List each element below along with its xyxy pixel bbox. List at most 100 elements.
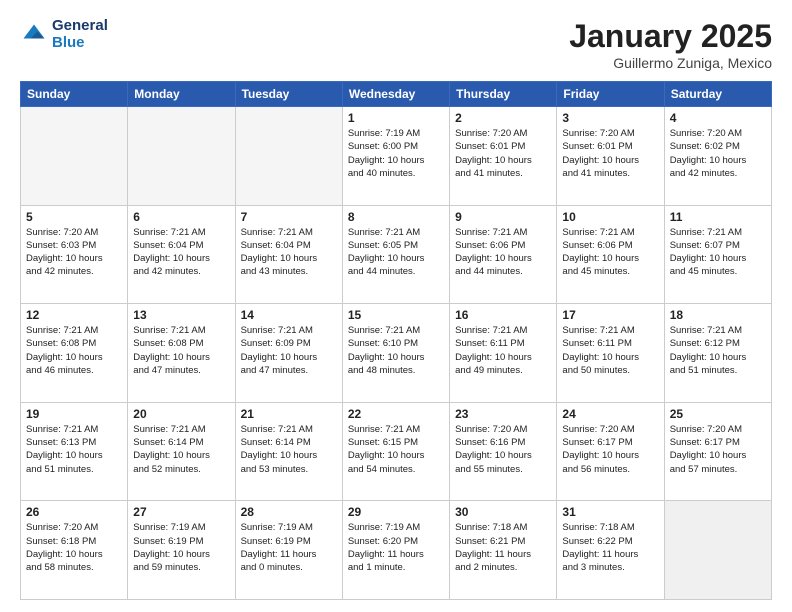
calendar-cell: 5Sunrise: 7:20 AM Sunset: 6:03 PM Daylig… — [21, 205, 128, 304]
day-number: 2 — [455, 111, 551, 125]
calendar-cell: 8 Sunrise: 7:21 AM Sunset: 6:05 PM Daylig… — [342, 205, 449, 304]
calendar-cell: 30 Sunrise: 7:18 AM Sunset: 6:21 PM Dayli… — [450, 501, 557, 600]
day-number: 11 — [670, 210, 766, 224]
calendar-cell: 1 Sunrise: 7:19 AM Sunset: 6:00 PM Daylig… — [342, 107, 449, 206]
calendar-cell: 7 Sunrise: 7:21 AM Sunset: 6:04 PM Daylig… — [235, 205, 342, 304]
calendar-cell: 27Sunrise: 7:19 AM Sunset: 6:19 PM Dayli… — [128, 501, 235, 600]
day-info: Sunrise: 7:21 AM Sunset: 6:08 PM Dayligh… — [26, 324, 122, 377]
day-info: Sunrise: 7:20 AM Sunset: 6:16 PM Dayligh… — [455, 423, 551, 476]
calendar-cell: 20 Sunrise: 7:21 AM Sunset: 6:14 PM Dayli… — [128, 402, 235, 501]
day-info: Sunrise: 7:21 AM Sunset: 6:07 PM Dayligh… — [670, 226, 766, 279]
day-info: Sunrise: 7:21 AM Sunset: 6:06 PM Dayligh… — [562, 226, 658, 279]
day-number: 15 — [348, 308, 444, 322]
day-info: Sunrise: 7:21 AM Sunset: 6:06 PM Dayligh… — [455, 226, 551, 279]
calendar-cell: 9 Sunrise: 7:21 AM Sunset: 6:06 PM Daylig… — [450, 205, 557, 304]
day-number: 10 — [562, 210, 658, 224]
calendar-cell — [235, 107, 342, 206]
day-number: 25 — [670, 407, 766, 421]
day-info: Sunrise: 7:21 AM Sunset: 6:04 PM Dayligh… — [133, 226, 229, 279]
logo-text: General Blue — [52, 18, 108, 51]
day-number: 17 — [562, 308, 658, 322]
title-block: January 2025 Guillermo Zuniga, Mexico — [569, 18, 772, 71]
day-number: 26 — [26, 505, 122, 519]
day-info: Sunrise: 7:21 AM Sunset: 6:05 PM Dayligh… — [348, 226, 444, 279]
calendar-cell: 24 Sunrise: 7:20 AM Sunset: 6:17 PM Dayli… — [557, 402, 664, 501]
day-info: Sunrise: 7:20 AM Sunset: 6:02 PM Dayligh… — [670, 127, 766, 180]
calendar-week-3: 19Sunrise: 7:21 AM Sunset: 6:13 PM Dayli… — [21, 402, 772, 501]
day-info: Sunrise: 7:21 AM Sunset: 6:15 PM Dayligh… — [348, 423, 444, 476]
day-info: Sunrise: 7:20 AM Sunset: 6:18 PM Dayligh… — [26, 521, 122, 574]
calendar-cell: 22 Sunrise: 7:21 AM Sunset: 6:15 PM Dayli… — [342, 402, 449, 501]
calendar-cell: 2 Sunrise: 7:20 AM Sunset: 6:01 PM Daylig… — [450, 107, 557, 206]
calendar-subtitle: Guillermo Zuniga, Mexico — [569, 55, 772, 71]
calendar-cell: 12Sunrise: 7:21 AM Sunset: 6:08 PM Dayli… — [21, 304, 128, 403]
day-info: Sunrise: 7:20 AM Sunset: 6:01 PM Dayligh… — [455, 127, 551, 180]
logo: General Blue — [20, 18, 108, 51]
day-number: 20 — [133, 407, 229, 421]
day-number: 8 — [348, 210, 444, 224]
calendar-cell: 26 Sunrise: 7:20 AM Sunset: 6:18 PM Dayli… — [21, 501, 128, 600]
calendar-cell — [664, 501, 771, 600]
calendar-cell: 10 Sunrise: 7:21 AM Sunset: 6:06 PM Dayli… — [557, 205, 664, 304]
day-info: Sunrise: 7:21 AM Sunset: 6:04 PM Dayligh… — [241, 226, 337, 279]
day-number: 13 — [133, 308, 229, 322]
calendar-cell: 6Sunrise: 7:21 AM Sunset: 6:04 PM Daylig… — [128, 205, 235, 304]
page: General Blue January 2025 Guillermo Zuni… — [0, 0, 792, 612]
day-info: Sunrise: 7:21 AM Sunset: 6:08 PM Dayligh… — [133, 324, 229, 377]
calendar-cell: 19Sunrise: 7:21 AM Sunset: 6:13 PM Dayli… — [21, 402, 128, 501]
day-number: 30 — [455, 505, 551, 519]
calendar-header-sunday: Sunday — [21, 82, 128, 107]
calendar-cell: 23 Sunrise: 7:20 AM Sunset: 6:16 PM Dayli… — [450, 402, 557, 501]
day-number: 7 — [241, 210, 337, 224]
calendar-header-wednesday: Wednesday — [342, 82, 449, 107]
day-number: 3 — [562, 111, 658, 125]
day-number: 23 — [455, 407, 551, 421]
day-info: Sunrise: 7:21 AM Sunset: 6:14 PM Dayligh… — [133, 423, 229, 476]
calendar-week-1: 5Sunrise: 7:20 AM Sunset: 6:03 PM Daylig… — [21, 205, 772, 304]
calendar-header-friday: Friday — [557, 82, 664, 107]
day-number: 31 — [562, 505, 658, 519]
day-number: 4 — [670, 111, 766, 125]
day-number: 22 — [348, 407, 444, 421]
day-number: 1 — [348, 111, 444, 125]
calendar-cell: 21Sunrise: 7:21 AM Sunset: 6:14 PM Dayli… — [235, 402, 342, 501]
day-number: 21 — [241, 407, 337, 421]
calendar-cell: 13 Sunrise: 7:21 AM Sunset: 6:08 PM Dayli… — [128, 304, 235, 403]
day-info: Sunrise: 7:21 AM Sunset: 6:09 PM Dayligh… — [241, 324, 337, 377]
calendar-cell: 17 Sunrise: 7:21 AM Sunset: 6:11 PM Dayli… — [557, 304, 664, 403]
day-info: Sunrise: 7:19 AM Sunset: 6:20 PM Dayligh… — [348, 521, 444, 574]
calendar-header-tuesday: Tuesday — [235, 82, 342, 107]
calendar-cell: 11 Sunrise: 7:21 AM Sunset: 6:07 PM Dayli… — [664, 205, 771, 304]
day-info: Sunrise: 7:20 AM Sunset: 6:01 PM Dayligh… — [562, 127, 658, 180]
day-number: 24 — [562, 407, 658, 421]
day-info: Sunrise: 7:19 AM Sunset: 6:00 PM Dayligh… — [348, 127, 444, 180]
day-info: Sunrise: 7:19 AM Sunset: 6:19 PM Dayligh… — [133, 521, 229, 574]
day-info: Sunrise: 7:21 AM Sunset: 6:11 PM Dayligh… — [562, 324, 658, 377]
calendar-cell: 3 Sunrise: 7:20 AM Sunset: 6:01 PM Daylig… — [557, 107, 664, 206]
day-info: Sunrise: 7:19 AM Sunset: 6:19 PM Dayligh… — [241, 521, 337, 574]
calendar-cell: 16 Sunrise: 7:21 AM Sunset: 6:11 PM Dayli… — [450, 304, 557, 403]
calendar-cell: 29Sunrise: 7:19 AM Sunset: 6:20 PM Dayli… — [342, 501, 449, 600]
calendar-cell: 18Sunrise: 7:21 AM Sunset: 6:12 PM Dayli… — [664, 304, 771, 403]
day-info: Sunrise: 7:18 AM Sunset: 6:21 PM Dayligh… — [455, 521, 551, 574]
calendar-table: SundayMondayTuesdayWednesdayThursdayFrid… — [20, 81, 772, 600]
day-info: Sunrise: 7:20 AM Sunset: 6:17 PM Dayligh… — [562, 423, 658, 476]
logo-icon — [20, 21, 48, 49]
calendar-week-0: 1 Sunrise: 7:19 AM Sunset: 6:00 PM Daylig… — [21, 107, 772, 206]
calendar-cell: 15Sunrise: 7:21 AM Sunset: 6:10 PM Dayli… — [342, 304, 449, 403]
calendar-cell — [128, 107, 235, 206]
calendar-cell — [21, 107, 128, 206]
calendar-cell: 14Sunrise: 7:21 AM Sunset: 6:09 PM Dayli… — [235, 304, 342, 403]
day-number: 9 — [455, 210, 551, 224]
day-number: 18 — [670, 308, 766, 322]
header: General Blue January 2025 Guillermo Zuni… — [20, 18, 772, 71]
day-info: Sunrise: 7:21 AM Sunset: 6:11 PM Dayligh… — [455, 324, 551, 377]
calendar-header-row: SundayMondayTuesdayWednesdayThursdayFrid… — [21, 82, 772, 107]
calendar-title: January 2025 — [569, 18, 772, 55]
calendar-week-4: 26 Sunrise: 7:20 AM Sunset: 6:18 PM Dayli… — [21, 501, 772, 600]
calendar-week-2: 12Sunrise: 7:21 AM Sunset: 6:08 PM Dayli… — [21, 304, 772, 403]
day-number: 28 — [241, 505, 337, 519]
calendar-cell: 4 Sunrise: 7:20 AM Sunset: 6:02 PM Daylig… — [664, 107, 771, 206]
day-number: 16 — [455, 308, 551, 322]
day-number: 19 — [26, 407, 122, 421]
